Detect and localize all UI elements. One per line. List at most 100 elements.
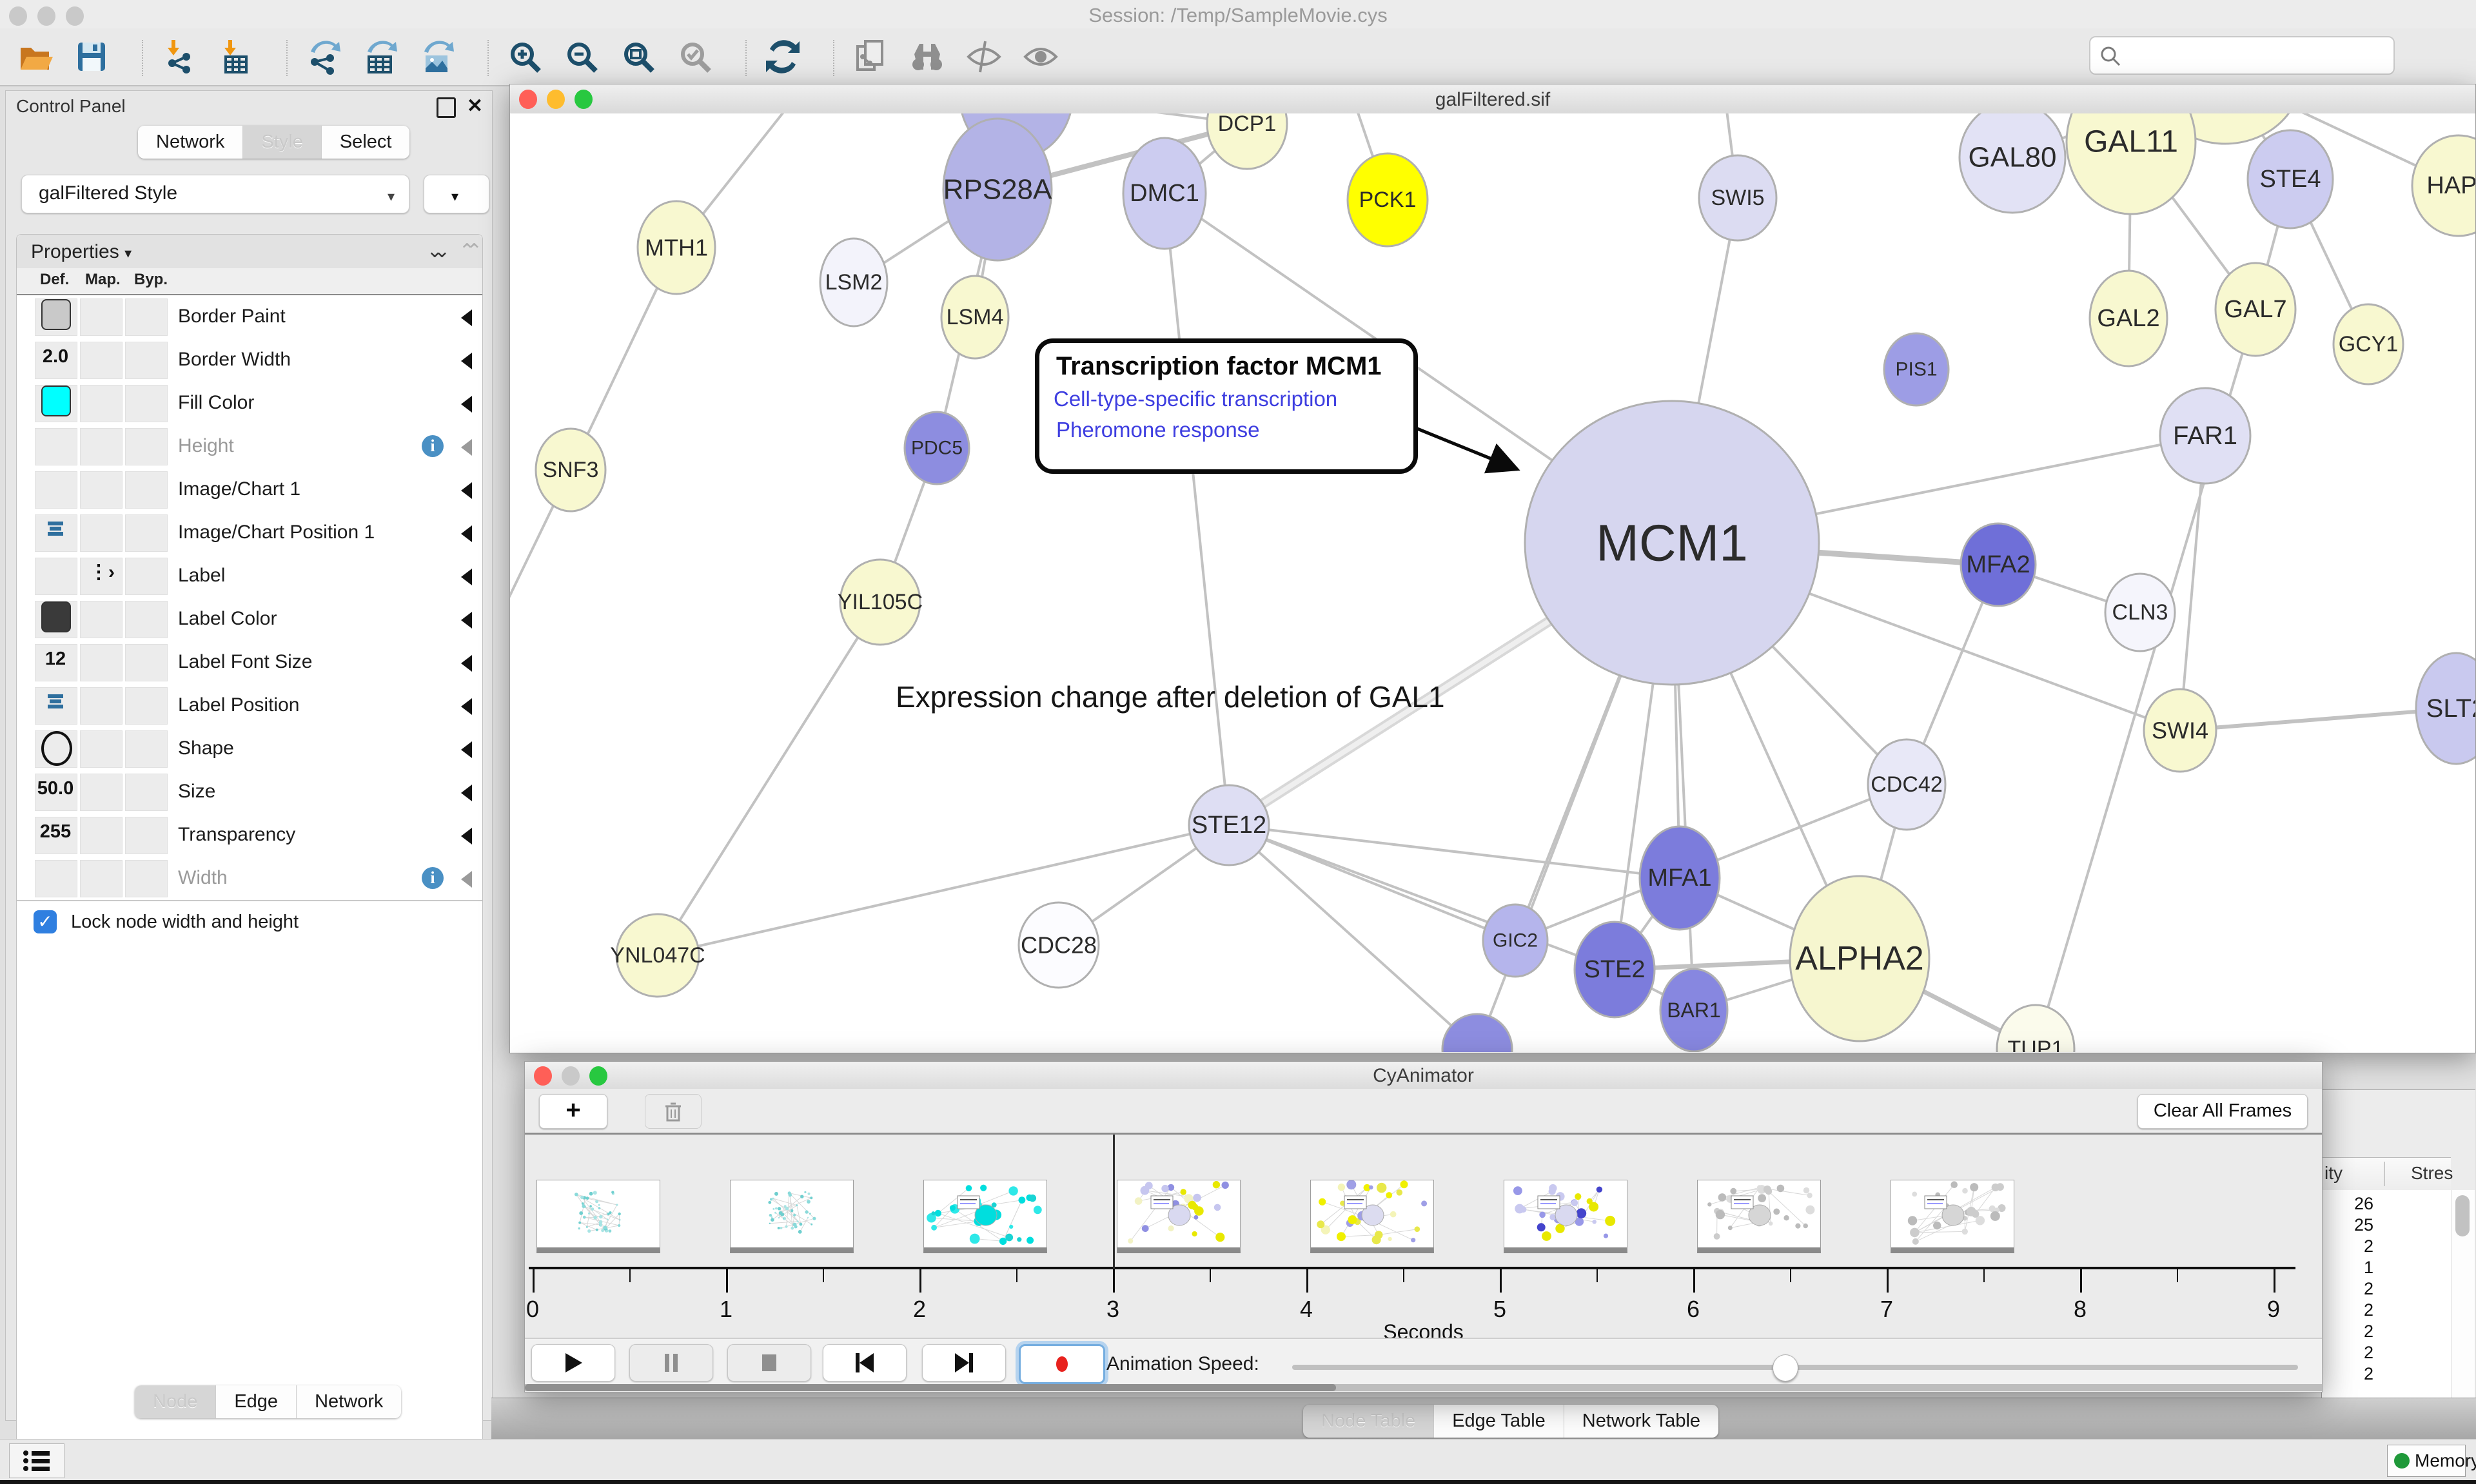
float-panel-icon[interactable]	[437, 97, 456, 118]
network-node-gal80[interactable]: GAL80	[1960, 113, 2065, 213]
color-swatch[interactable]	[41, 386, 71, 416]
style-selector[interactable]: galFiltered Style ▾	[21, 175, 409, 213]
property-cell[interactable]	[35, 428, 77, 465]
zoom-fit-icon[interactable]	[620, 39, 659, 77]
network-canvas[interactable]: DCP1RPS28ADMC1PCK1SWI5GAL80GAL11STE4HAP2…	[510, 113, 2475, 1052]
expand-arrow-icon[interactable]	[461, 698, 472, 715]
property-row-width[interactable]: Widthi	[17, 857, 482, 901]
expand-arrow-icon[interactable]	[461, 439, 472, 456]
skip-to-start-button[interactable]	[823, 1344, 907, 1381]
property-row-border-width[interactable]: 2.0Border Width	[17, 338, 482, 382]
property-cell[interactable]	[125, 817, 168, 854]
network-node-mth1[interactable]: MTH1	[638, 201, 715, 294]
property-row-label-position[interactable]: Label Position	[17, 684, 482, 728]
property-cell[interactable]	[80, 687, 123, 725]
property-row-fill-color[interactable]: Fill Color	[17, 382, 482, 425]
property-row-label-color[interactable]: Label Color	[17, 598, 482, 641]
property-cell[interactable]	[125, 514, 168, 552]
search-input[interactable]	[2127, 41, 2384, 68]
network-node-ste2[interactable]: STE2	[1575, 922, 1655, 1017]
property-row-size[interactable]: 50.0Size	[17, 770, 482, 814]
network-node-dmc1[interactable]: DMC1	[1123, 138, 1206, 249]
annotation-link[interactable]: Cell-type-specific transcription	[1054, 387, 1337, 411]
property-row-height[interactable]: Heighti	[17, 425, 482, 469]
scrollbar-thumb[interactable]	[525, 1384, 1336, 1391]
timeline-frame-4[interactable]	[1310, 1180, 1434, 1253]
export-table-icon[interactable]	[362, 39, 401, 77]
property-row-transparency[interactable]: 255Transparency	[17, 814, 482, 857]
network-node-gal2[interactable]: GAL2	[2090, 271, 2167, 366]
tab-network[interactable]: Network	[138, 126, 243, 159]
zoom-selected-icon[interactable]	[677, 39, 716, 77]
property-cell[interactable]	[80, 471, 123, 509]
tab-node[interactable]: Node	[135, 1385, 216, 1418]
network-node-mfa1[interactable]: MFA1	[1640, 826, 1720, 930]
network-node-slt2[interactable]: SLT2	[2416, 653, 2475, 764]
network-node-yil105c[interactable]: YIL105C	[838, 560, 923, 645]
network-node-dcp1[interactable]: DCP1	[1207, 113, 1287, 169]
cyanimator-scrollbar[interactable]	[525, 1384, 2322, 1391]
pause-button[interactable]	[629, 1344, 713, 1381]
slider-thumb[interactable]	[1773, 1354, 1798, 1381]
color-swatch[interactable]	[41, 299, 71, 330]
timeline-frame-3[interactable]	[1117, 1180, 1241, 1253]
network-node-lsm4[interactable]: LSM4	[941, 276, 1008, 358]
expand-arrow-icon[interactable]	[461, 309, 472, 326]
open-session-icon[interactable]	[17, 39, 55, 77]
cyanimator-titlebar[interactable]: CyAnimator	[525, 1062, 2322, 1089]
property-cell[interactable]	[35, 860, 77, 897]
expand-arrow-icon[interactable]	[461, 741, 472, 758]
save-session-icon[interactable]	[74, 39, 112, 77]
network-node-far1[interactable]: FAR1	[2160, 388, 2250, 483]
lock-checkbox[interactable]: ✓	[34, 910, 57, 933]
property-cell[interactable]	[125, 687, 168, 725]
close-panel-icon[interactable]: ✕	[467, 95, 483, 117]
property-cell[interactable]	[125, 471, 168, 509]
export-image-icon[interactable]	[419, 39, 458, 77]
find-icon[interactable]	[909, 39, 948, 77]
zoom-in-icon[interactable]	[507, 39, 545, 77]
table-scrollbar[interactable]	[2451, 1190, 2475, 1398]
stop-button[interactable]	[727, 1344, 811, 1381]
network-node-swi4[interactable]: SWI4	[2144, 689, 2216, 772]
zoom-out-icon[interactable]	[564, 39, 602, 77]
property-cell[interactable]	[80, 342, 123, 379]
properties-header[interactable]: Properties ▾ ⌄⌄ ⌃⌃	[17, 235, 482, 269]
network-node-lsm2[interactable]: LSM2	[820, 239, 887, 326]
annotation-box[interactable]: Transcription factor MCM1 Cell-type-spec…	[1035, 338, 1418, 474]
skip-to-end-button[interactable]	[922, 1344, 1006, 1381]
network-node-swi5[interactable]: SWI5	[1699, 155, 1776, 240]
animation-speed-slider[interactable]	[1292, 1365, 2298, 1370]
tab-network-table[interactable]: Network Table	[1564, 1405, 1718, 1438]
network-node-pis1[interactable]: PIS1	[1884, 333, 1949, 405]
network-node-gal7[interactable]: GAL7	[2216, 263, 2295, 356]
property-row-label-font-size[interactable]: 12Label Font Size	[17, 641, 482, 685]
expand-arrow-icon[interactable]	[461, 569, 472, 585]
panel-list-button[interactable]	[9, 1443, 64, 1478]
property-cell[interactable]	[80, 817, 123, 854]
network-node-ste4[interactable]: STE4	[2248, 130, 2333, 228]
property-cell[interactable]	[125, 601, 168, 638]
collapse-all-icon[interactable]: ⌃⌃	[459, 240, 473, 262]
network-node-bar1[interactable]: BAR1	[1660, 969, 1727, 1051]
expand-arrow-icon[interactable]	[461, 612, 472, 629]
table-column-header[interactable]: ity	[2324, 1163, 2343, 1184]
color-swatch[interactable]	[41, 601, 71, 632]
property-cell[interactable]	[80, 774, 123, 811]
property-cell[interactable]	[80, 428, 123, 465]
tab-select[interactable]: Select	[322, 126, 410, 159]
network-node-botpurple[interactable]	[1442, 1014, 1512, 1052]
network-node-ynl047c[interactable]: YNL047C	[610, 914, 705, 997]
expand-arrow-icon[interactable]	[461, 353, 472, 369]
network-node-gal11[interactable]: GAL11	[2067, 113, 2196, 214]
property-row-label[interactable]: ⋮›Label	[17, 554, 482, 598]
network-node-alpha2[interactable]: ALPHA2	[1790, 876, 1929, 1041]
expand-arrow-icon[interactable]	[461, 396, 472, 413]
property-cell[interactable]	[35, 471, 77, 509]
style-options-button[interactable]: ▾	[424, 175, 489, 213]
expand-arrow-icon[interactable]	[461, 482, 472, 499]
expand-arrow-icon[interactable]	[461, 828, 472, 845]
network-node-cln3[interactable]: CLN3	[2105, 574, 2175, 651]
property-cell[interactable]	[80, 298, 123, 336]
property-row-border-paint[interactable]: Border Paint	[17, 295, 482, 339]
